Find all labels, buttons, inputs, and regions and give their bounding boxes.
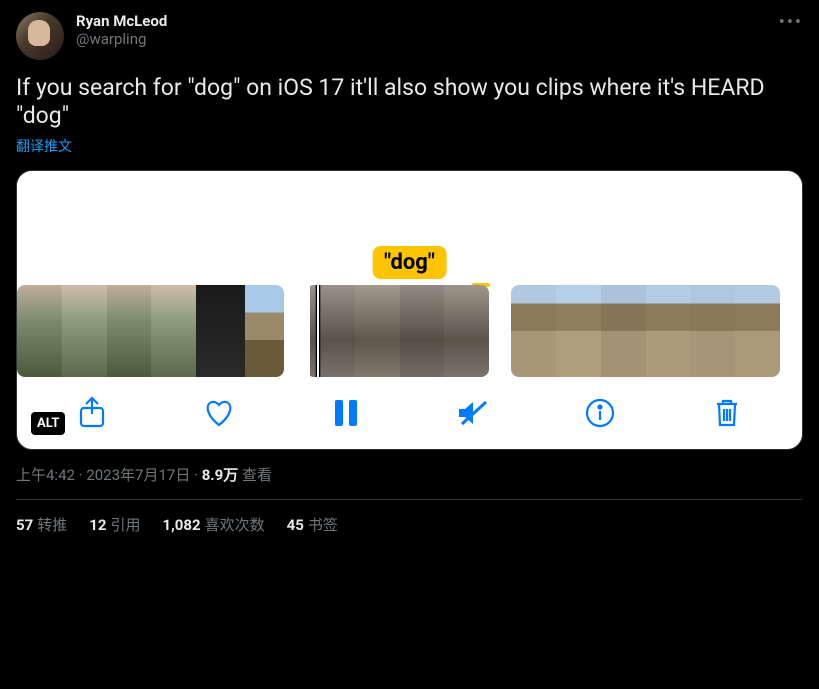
thumbnail [444,285,489,377]
video-timeline[interactable] [17,285,802,377]
tweet-timestamp[interactable]: 上午4:42 · 2023年7月17日 · 8.9万 查看 [16,464,803,485]
thumbnail [17,285,62,377]
tweet-stats: 57转推 12引用 1,082 喜欢次数 45书签 [16,500,803,535]
likes-label: 喜欢次数 [205,516,265,534]
quotes-label: 引用 [110,516,140,534]
thumbnail [601,285,646,377]
thumbnail [355,285,400,377]
thumbnail [400,285,445,377]
translate-link[interactable]: 翻译推文 [16,136,803,156]
views-label: 查看 [242,466,272,484]
heart-icon[interactable] [197,391,241,435]
bookmarks-label: 书签 [308,516,338,534]
info-icon[interactable] [578,391,622,435]
pause-icon[interactable] [324,391,368,435]
quotes-stat[interactable]: 12引用 [89,514,140,535]
clip-1[interactable] [17,285,284,377]
display-name: Ryan McLeod [76,12,167,30]
thumbnail [196,285,245,377]
media-blank-area: "dog" [17,171,802,285]
user-info[interactable]: Ryan McLeod @warpling [76,12,167,48]
alt-badge[interactable]: ALT [31,412,65,435]
trash-icon[interactable] [705,391,749,435]
thumbnail [735,285,780,377]
mute-icon[interactable] [451,391,495,435]
user-handle: @warpling [76,30,167,48]
likes-count: 1,082 [162,516,200,534]
clip-3[interactable] [511,285,780,377]
thumbnail [107,285,152,377]
playhead[interactable] [316,285,320,377]
media-card[interactable]: "dog" [16,170,803,450]
likes-stat[interactable]: 1,082 喜欢次数 [162,514,264,535]
tweet-text: If you search for "dog" on iOS 17 it'll … [16,74,803,130]
search-term-chip: "dog" [372,246,447,279]
time: 上午4:42 [16,466,75,484]
more-icon[interactable]: ••• [779,12,803,33]
tweet-container: Ryan McLeod @warpling ••• If you search … [0,0,819,547]
thumbnail [690,285,735,377]
retweets-stat[interactable]: 57转推 [16,514,67,535]
share-icon[interactable] [70,391,114,435]
avatar[interactable] [16,12,64,60]
quotes-count: 12 [89,516,106,534]
bookmarks-stat[interactable]: 45书签 [287,514,338,535]
views-count: 8.9万 [202,466,239,484]
thumbnail [646,285,691,377]
thumbnail [556,285,601,377]
clip-2[interactable] [306,285,489,377]
thumbnail [245,285,284,377]
date: 2023年7月17日 [86,466,190,484]
retweets-count: 57 [16,516,33,534]
thumbnail [62,285,107,377]
retweets-label: 转推 [37,516,67,534]
bookmarks-count: 45 [287,516,304,534]
thumbnail [511,285,556,377]
thumbnail [151,285,196,377]
media-controls [17,377,802,449]
tweet-header: Ryan McLeod @warpling ••• [16,12,803,60]
